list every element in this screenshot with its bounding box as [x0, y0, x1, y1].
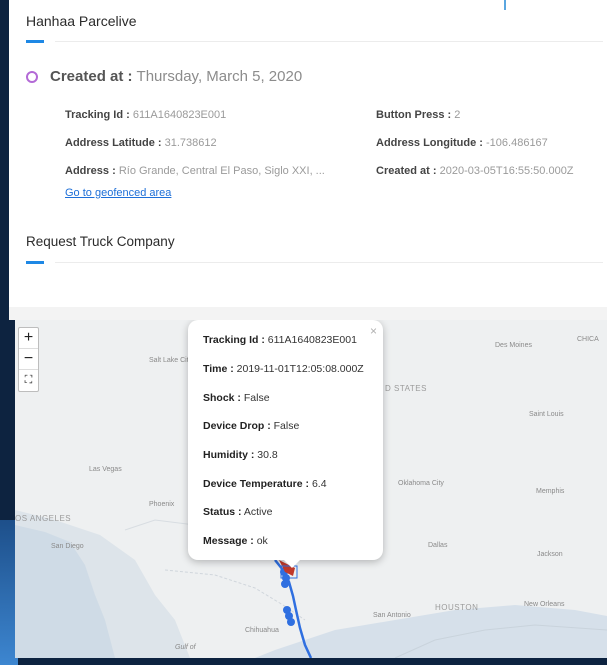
map-label-memphis: Memphis: [536, 488, 565, 495]
popup-humidity: Humidity : 30.8: [203, 449, 278, 461]
latitude-label: Address Latitude :: [65, 137, 162, 149]
popup-temp-value: 6.4: [311, 478, 327, 490]
map-label-united-states: D STATES: [385, 384, 427, 393]
created-at-field: Created at : 2020-03-05T16:55:50.000Z: [376, 165, 574, 177]
popup-message: Message : ok: [203, 535, 268, 547]
map-label-chicago: CHICA: [577, 336, 599, 343]
popup-time-label: Time :: [203, 363, 234, 375]
popup-message-value: ok: [256, 535, 268, 547]
geofence-link[interactable]: Go to geofenced area: [65, 187, 171, 199]
map-label-chihuahua: Chihuahua: [245, 627, 279, 634]
button-press-field: Button Press : 2: [376, 109, 460, 121]
map-label-salt-lake: Salt Lake City: [149, 357, 193, 364]
tracking-popup: × Tracking Id : 611A1640823E001 Time : 2…: [188, 320, 383, 560]
map-view[interactable]: Salt Lake City Des Moines CHICA D STATES…: [15, 320, 607, 658]
longitude-label: Address Longitude :: [376, 137, 483, 149]
latitude-field: Address Latitude : 31.738612: [65, 137, 217, 149]
section-divider: [55, 262, 603, 263]
panel-title: Hanhaa Parcelive: [26, 13, 137, 29]
title-underline: [26, 40, 44, 43]
popup-time-value: 2019-11-01T12:05:08.000Z: [236, 363, 364, 375]
zoom-in-button[interactable]: +: [19, 328, 38, 349]
popup-status-value: Active: [243, 506, 273, 518]
address-label: Address :: [65, 165, 116, 177]
address-field: Address : Río Grande, Central El Paso, S…: [65, 165, 325, 177]
section-underline: [26, 261, 44, 264]
map-label-dallas: Dallas: [428, 542, 448, 549]
timeline-ring-icon: [26, 70, 38, 83]
fullscreen-icon[interactable]: ⛶: [19, 370, 38, 391]
button-press-value: 2: [454, 109, 461, 121]
title-divider: [55, 41, 603, 42]
close-icon[interactable]: ×: [370, 324, 377, 338]
panel-gap: [9, 307, 607, 320]
created-row: Created at : Thursday, March 5, 2020: [26, 68, 302, 85]
popup-shock: Shock : False: [203, 392, 270, 404]
popup-tracking-label: Tracking Id :: [203, 334, 265, 346]
map-label-san-antonio: San Antonio: [373, 612, 411, 619]
tracking-id-label: Tracking Id :: [65, 109, 130, 121]
zoom-out-button[interactable]: −: [19, 349, 38, 370]
popup-tracking-id: Tracking Id : 611A1640823E001: [203, 334, 357, 346]
map-label-las-vegas: Las Vegas: [89, 466, 122, 473]
popup-humidity-value: 30.8: [257, 449, 278, 461]
address-value: Río Grande, Central El Paso, Siglo XXI, …: [118, 165, 325, 177]
map-label-los-angeles: OS ANGELES: [15, 514, 72, 523]
popup-shock-label: Shock :: [203, 392, 241, 404]
popup-pointer: [283, 559, 301, 568]
popup-status: Status : Active: [203, 506, 272, 518]
map-label-oklahoma: Oklahoma City: [398, 480, 444, 487]
map-label-saint-louis: Saint Louis: [529, 411, 564, 418]
popup-temperature: Device Temperature : 6.4: [203, 478, 327, 490]
popup-device-drop: Device Drop : False: [203, 420, 299, 432]
top-marker: [504, 0, 506, 10]
tracking-id-field: Tracking Id : 611A1640823E001: [65, 109, 226, 121]
popup-shock-value: False: [243, 392, 270, 404]
map-label-des-moines: Des Moines: [495, 342, 532, 349]
details-panel: Hanhaa Parcelive Created at : Thursday, …: [9, 0, 607, 318]
created-label: Created at :: [50, 68, 133, 85]
zoom-control: + − ⛶: [18, 327, 39, 392]
map-label-houston: HOUSTON: [435, 603, 479, 612]
created-value: Thursday, March 5, 2020: [136, 68, 303, 85]
popup-drop-label: Device Drop :: [203, 420, 271, 432]
button-press-label: Button Press :: [376, 109, 452, 121]
map-label-new-orleans: New Orleans: [524, 601, 565, 608]
latitude-value: 31.738612: [164, 137, 217, 149]
map-label-gulf: Gulf of: [175, 644, 196, 651]
created-at-value: 2020-03-05T16:55:50.000Z: [439, 165, 574, 177]
popup-time: Time : 2019-11-01T12:05:08.000Z: [203, 363, 364, 375]
tracking-id-value: 611A1640823E001: [132, 109, 227, 121]
longitude-value: -106.486167: [486, 137, 548, 149]
map-label-phoenix: Phoenix: [149, 501, 175, 508]
popup-tracking-value: 611A1640823E001: [267, 334, 357, 346]
longitude-field: Address Longitude : -106.486167: [376, 137, 548, 149]
popup-temp-label: Device Temperature :: [203, 478, 310, 490]
section-title: Request Truck Company: [26, 234, 175, 249]
map-label-san-diego: San Diego: [51, 543, 84, 550]
popup-status-label: Status :: [203, 506, 242, 518]
popup-message-label: Message :: [203, 535, 254, 547]
created-at-label: Created at :: [376, 165, 437, 177]
map-label-jackson: Jackson: [537, 551, 563, 558]
popup-drop-value: False: [273, 420, 300, 432]
popup-humidity-label: Humidity :: [203, 449, 255, 461]
